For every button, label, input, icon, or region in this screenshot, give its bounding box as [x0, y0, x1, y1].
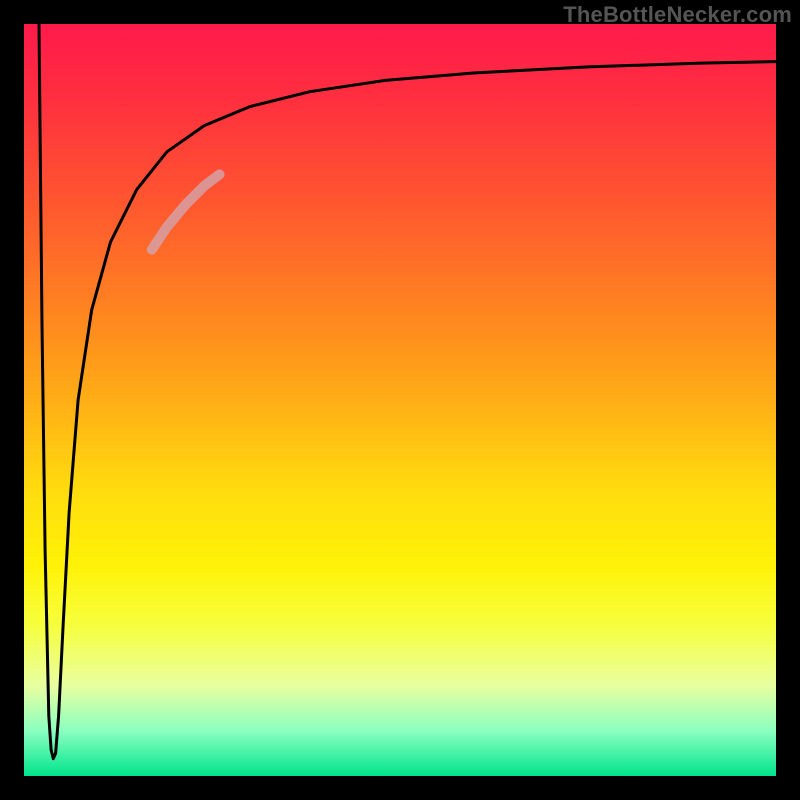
chart-frame: TheBottleNecker.com	[0, 0, 800, 800]
highlight-path	[152, 174, 220, 249]
series-highlight	[152, 174, 220, 249]
curve-path	[39, 24, 776, 759]
watermark-text: TheBottleNecker.com	[563, 2, 792, 28]
curve-layer	[24, 24, 776, 776]
series-curve	[39, 24, 776, 759]
